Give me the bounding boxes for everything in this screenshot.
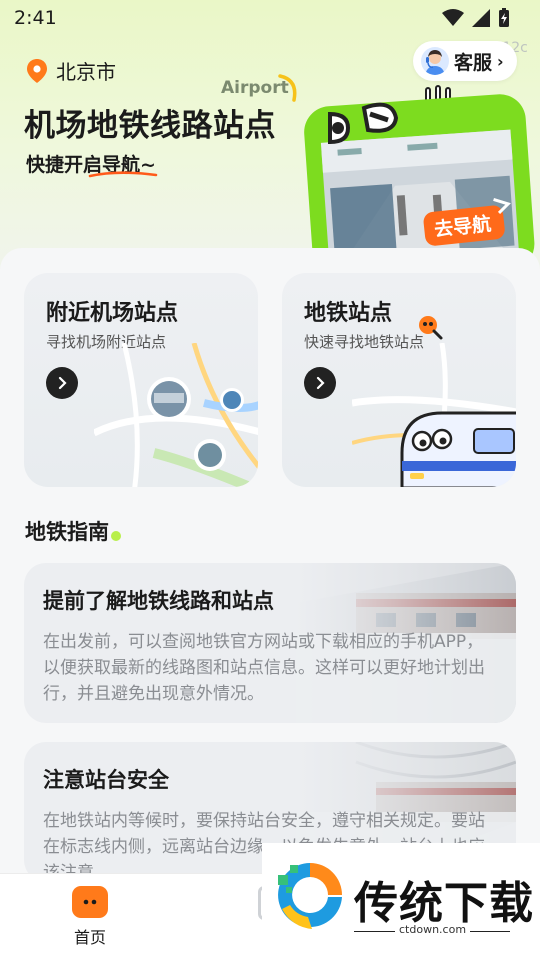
brand-url: ctdown.com: [395, 923, 471, 936]
location-selector[interactable]: 北京市: [26, 56, 116, 85]
metro-station-illustration: [304, 85, 535, 264]
guide-title: 注意站台安全: [43, 768, 169, 792]
hero-banner: 2:41 北京市 ID:48712c 客服 › Airport: [0, 0, 540, 270]
chevron-right-icon: [316, 376, 325, 390]
nav-home-tab[interactable]: 首页: [64, 886, 116, 948]
metro-stations-card[interactable]: 地铁站点 快速寻找地铁站点: [282, 273, 516, 487]
metro-guide-heading: 地铁指南: [25, 520, 109, 544]
nav-home-label: 首页: [73, 928, 106, 947]
search-magnifier-icon: [419, 316, 443, 340]
brand-name: 传统下载: [354, 878, 534, 929]
customer-service-label: 客服: [454, 51, 493, 74]
location-pin-icon: [27, 58, 47, 83]
brand-logo-icon: [278, 863, 342, 929]
wifi-icon: [442, 9, 464, 26]
status-icons: [442, 8, 510, 28]
nearby-airport-stations-card[interactable]: 附近机场站点 寻找机场附近站点: [24, 273, 258, 487]
guide-card[interactable]: 提前了解地铁线路和站点 在出发前，可以查阅地铁官方网站或下载相应的手机APP，以…: [24, 563, 516, 723]
customer-service-button[interactable]: 客服 ›: [413, 41, 517, 81]
arrow-right-button[interactable]: [46, 367, 78, 399]
hero-title: 机场地铁线路站点: [24, 108, 276, 144]
status-bar: 2:41: [0, 0, 540, 36]
underline-stroke-icon: [88, 171, 158, 178]
status-time: 2:41: [14, 7, 57, 29]
location-text: 北京市: [56, 60, 116, 84]
feature-title: 地铁站点: [304, 301, 393, 326]
map-illustration: [94, 343, 258, 487]
chevron-right-icon: ›: [497, 51, 504, 71]
heading-dot-icon: [111, 531, 121, 541]
guide-title: 提前了解地铁线路和站点: [43, 589, 274, 613]
battery-icon: [499, 8, 509, 27]
home-icon: [72, 886, 108, 918]
guide-text: 在出发前，可以查阅地铁官方网站或下载相应的手机APP，以便获取最新的线路图和站点…: [43, 632, 485, 704]
brand-watermark: 传统下载 ctdown.com: [262, 843, 540, 960]
feature-title: 附近机场站点: [46, 301, 179, 326]
agent-avatar-icon: [421, 47, 449, 75]
signal-icon: [472, 9, 490, 27]
arrow-right-button[interactable]: [304, 367, 336, 399]
train-illustration: [352, 343, 516, 487]
chevron-right-icon: [58, 376, 67, 390]
swoosh-icon: [278, 74, 297, 102]
